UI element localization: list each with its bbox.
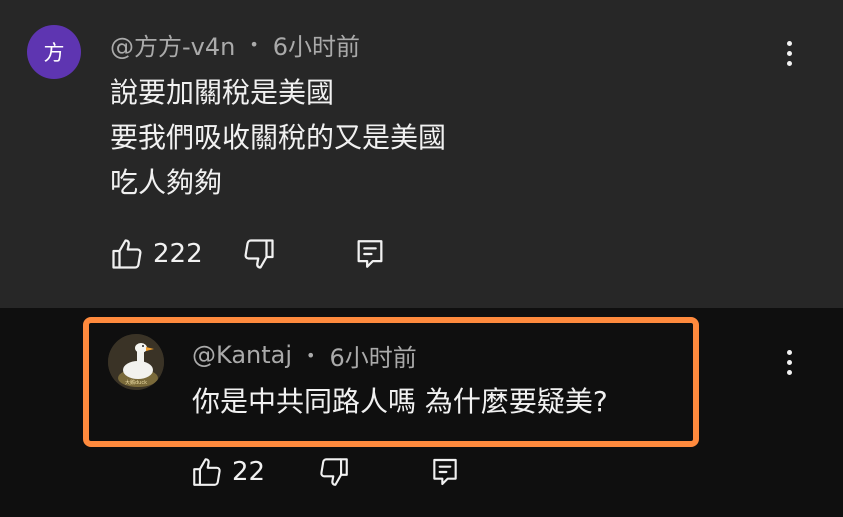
comment-time: 6小时前 <box>272 32 361 61</box>
comment-time: 6小时前 <box>329 343 417 372</box>
avatar-letter: 方 <box>43 41 65 65</box>
avatar[interactable]: 大鵝duck <box>108 334 164 390</box>
comment-body: 說要加關稅是美國 要我們吸收關稅的又是美國 吃人夠夠 <box>110 70 446 205</box>
thumb-up-icon[interactable] <box>109 236 145 272</box>
thumb-up-icon[interactable] <box>190 455 224 489</box>
more-vert-icon[interactable] <box>779 342 799 382</box>
author-handle[interactable]: @方方-v4n <box>110 27 235 62</box>
thumb-down-icon[interactable] <box>317 455 351 489</box>
meta-separator: • <box>306 345 316 365</box>
comment-line: 說要加關稅是美國 <box>110 76 335 109</box>
svg-text:大鵝duck: 大鵝duck <box>125 379 147 386</box>
like-count: 22 <box>232 457 266 487</box>
like-count: 222 <box>153 239 203 269</box>
reply-actions: 22 <box>190 452 461 492</box>
comment-meta: @方方-v4n • 6小时前 <box>110 26 360 62</box>
author-handle[interactable]: @Kantaj <box>192 341 292 369</box>
comments-screen: 方 @方方-v4n • 6小时前 說要加關稅是美國 要我們吸收關稅的又是美國 吃… <box>0 0 843 517</box>
comment-line: 吃人夠夠 <box>110 166 223 199</box>
reply-meta: @Kantaj • 6小时前 <box>192 338 417 372</box>
reply-body: 你是中共同路人嗎 為什麼要疑美? <box>192 385 608 418</box>
comment-actions: 222 <box>109 234 387 274</box>
top-comment: 方 @方方-v4n • 6小时前 說要加關稅是美國 要我們吸收關稅的又是美國 吃… <box>0 0 843 308</box>
comment-line: 要我們吸收關稅的又是美國 <box>110 121 447 154</box>
reply-icon[interactable] <box>429 455 461 489</box>
more-vert-icon[interactable] <box>779 33 799 73</box>
thumb-down-icon[interactable] <box>241 236 277 272</box>
avatar[interactable]: 方 <box>27 25 81 79</box>
meta-separator: • <box>249 34 259 54</box>
reply-icon[interactable] <box>353 236 387 272</box>
